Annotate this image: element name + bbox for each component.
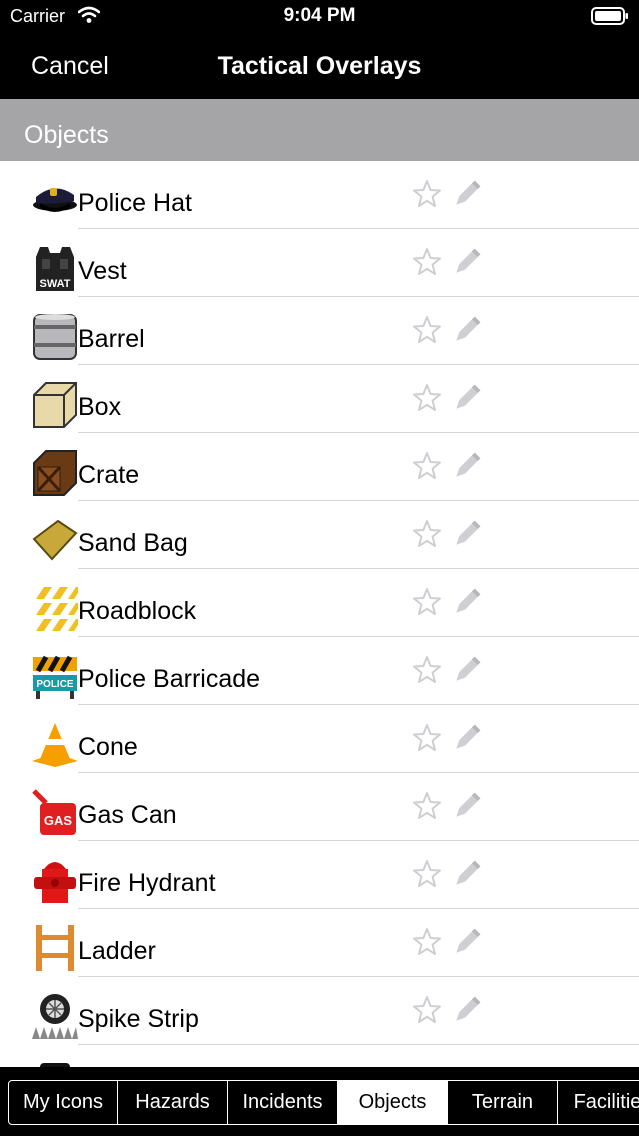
list-item[interactable]: Spike Strip [0,977,639,1045]
item-label: Gas Can [78,801,177,829]
status-bar: Carrier 9:04 PM [0,0,639,34]
list-item[interactable] [0,1045,639,1067]
overlay-list: Police Hat SWAT Vest Barrel Box Crate Sand Bag… [0,161,639,1067]
star-icon[interactable] [412,723,442,753]
navigation-bar: Cancel Tactical Overlays [0,34,639,99]
svg-text:SWAT: SWAT [40,278,71,290]
pencil-icon[interactable] [450,993,484,1027]
star-icon[interactable] [412,247,442,277]
pencil-icon[interactable] [450,857,484,891]
pencil-icon[interactable] [450,313,484,347]
item-label: Police Barricade [78,665,261,693]
battery-icon [591,7,628,25]
pencil-icon[interactable] [450,245,484,279]
box-icon [33,382,77,428]
list-item[interactable]: Crate [0,433,639,501]
svg-text:GAS: GAS [44,813,73,828]
star-icon[interactable] [412,315,442,345]
tab-facilities[interactable]: Facilities [558,1080,639,1125]
item-label: Roadblock [78,597,197,625]
gas-can-icon: GAS [32,789,76,835]
pencil-icon[interactable] [450,789,484,823]
star-icon[interactable] [412,995,442,1025]
fire-hydrant-icon [34,862,76,903]
tab-incidents[interactable]: Incidents [228,1080,338,1125]
item-label: Box [78,393,122,421]
star-icon[interactable] [412,927,442,957]
item-label: Fire Hydrant [78,869,216,897]
pencil-icon[interactable] [450,585,484,619]
star-icon[interactable] [412,519,442,549]
star-icon[interactable] [412,655,442,685]
pencil-icon[interactable] [450,925,484,959]
star-icon[interactable] [412,587,442,617]
item-label: Vest [78,257,127,285]
star-icon[interactable] [412,859,442,889]
star-icon[interactable] [412,451,442,481]
spike-strip-icon [32,994,78,1039]
tab-terrain[interactable]: Terrain [448,1080,558,1125]
pencil-icon[interactable] [450,381,484,415]
generic-icon [40,1063,70,1067]
list-item[interactable]: Sand Bag [0,501,639,569]
list-item[interactable]: POLICE Police Barricade [0,637,639,705]
status-time: 9:04 PM [283,5,356,26]
police-barricade-icon: POLICE [33,655,77,699]
pencil-icon[interactable] [450,177,484,211]
cone-icon [32,723,78,767]
item-label: Cone [78,733,138,761]
list-item[interactable]: Fire Hydrant [0,841,639,909]
tab-my-icons[interactable]: My Icons [8,1080,118,1125]
item-label: Sand Bag [78,529,188,557]
swat-vest-icon: SWAT [36,247,74,291]
list-item[interactable]: GAS Gas Can [0,773,639,841]
sand-bag-icon [32,519,78,561]
tab-strip: My Icons Hazards Incidents Objects Terrain Fa… [8,1080,639,1125]
svg-text:POLICE: POLICE [36,679,74,690]
item-label: Spike Strip [78,1005,199,1033]
item-label: Crate [78,461,140,489]
tab-objects[interactable]: Objects [338,1080,448,1125]
star-icon[interactable] [412,179,442,209]
pencil-icon[interactable] [450,517,484,551]
list-item[interactable]: Cone [0,705,639,773]
section-title: Objects [24,121,109,149]
crate-icon [33,450,77,496]
police-hat-icon [33,188,77,212]
pencil-icon[interactable] [450,449,484,483]
pencil-icon[interactable] [450,653,484,687]
star-icon[interactable] [412,791,442,821]
section-header: Objects [0,99,639,161]
list-item[interactable]: Police Hat [0,161,639,229]
tab-hazards[interactable]: Hazards [118,1080,228,1125]
ladder-icon [36,925,74,971]
list-item[interactable]: Barrel [0,297,639,365]
list-item[interactable]: Roadblock [0,569,639,637]
list-item[interactable]: Ladder [0,909,639,977]
page-title: Tactical Overlays [217,52,422,80]
category-tab-bar: My Icons Hazards Incidents Objects Terrain Fa… [0,1067,639,1136]
star-icon[interactable] [412,383,442,413]
pencil-icon[interactable] [450,721,484,755]
item-label: Barrel [78,325,145,353]
item-label: Police Hat [78,189,192,217]
list-item[interactable]: Box [0,365,639,433]
list-item[interactable]: SWAT Vest [0,229,639,297]
roadblock-icon [32,587,78,631]
item-label: Ladder [78,937,156,965]
barrel-icon [33,314,77,360]
